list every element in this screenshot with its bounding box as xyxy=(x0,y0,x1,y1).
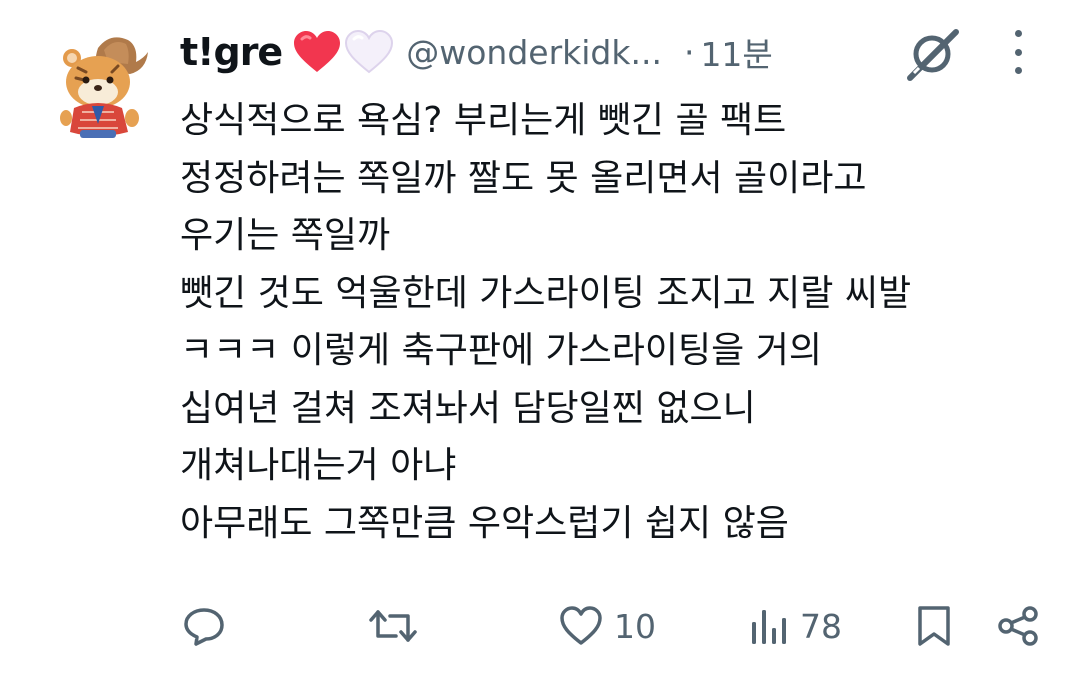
tweet-line: 뺏긴 것도 억울한데 가스라이팅 조지고 지랄 씨발 xyxy=(180,272,912,314)
tweet-line: 십여년 걸쳐 조져놔서 담당일찐 없으니 xyxy=(180,387,756,429)
tweet-text: 상식적으로 욕심? 부리는게 뺏긴 골 팩트 정정하려는 쪽일까 짤도 못 올리… xyxy=(180,92,1060,552)
display-name[interactable]: t!gre xyxy=(180,30,283,74)
white-heart-icon xyxy=(345,30,394,74)
share-button[interactable] xyxy=(996,598,1040,654)
retweet-button[interactable] xyxy=(368,598,418,654)
user-handle[interactable]: @wonderkidk... xyxy=(406,33,662,72)
tweet-line: 개쳐나대는거 아냐 xyxy=(180,445,457,486)
red-heart-icon xyxy=(294,31,341,72)
action-bar: 10 78 xyxy=(0,598,1078,654)
separator-dot: · xyxy=(683,32,695,72)
retweet-icon xyxy=(369,610,417,642)
avatar[interactable] xyxy=(58,28,150,140)
bookmark-button[interactable] xyxy=(914,598,954,654)
views-button[interactable]: 78 xyxy=(748,598,842,654)
tweet-line: 정정하려는 쪽일까 짤도 못 올리면서 골이라고 xyxy=(180,157,867,199)
tweet-line: 우기는 쪽일까 xyxy=(180,215,391,256)
reply-icon xyxy=(184,608,224,646)
tweet-line: ㅋㅋㅋ 이렇게 축구판에 가스라이팅을 거의 xyxy=(180,330,822,371)
like-button[interactable]: 10 xyxy=(558,598,656,654)
timestamp[interactable]: 11분 xyxy=(700,28,772,76)
share-icon xyxy=(998,606,1038,646)
grok-icon[interactable] xyxy=(904,26,960,82)
more-options-icon[interactable] xyxy=(1004,30,1032,74)
name-emoji xyxy=(292,30,394,74)
reply-button[interactable] xyxy=(182,598,226,654)
views-count: 78 xyxy=(800,606,842,646)
tweet-header: t!gre @wonderkidk... · 11분 xyxy=(180,22,773,82)
like-count: 10 xyxy=(614,606,656,646)
analytics-icon xyxy=(752,610,786,644)
bookmark-icon xyxy=(918,606,950,646)
tweet-line: 아무래도 그쪽만큼 우악스럽기 쉽지 않음 xyxy=(180,502,789,544)
tweet-line: 상식적으로 욕심? 부리는게 뺏긴 골 팩트 xyxy=(180,100,787,141)
heart-outline-icon xyxy=(560,606,602,645)
